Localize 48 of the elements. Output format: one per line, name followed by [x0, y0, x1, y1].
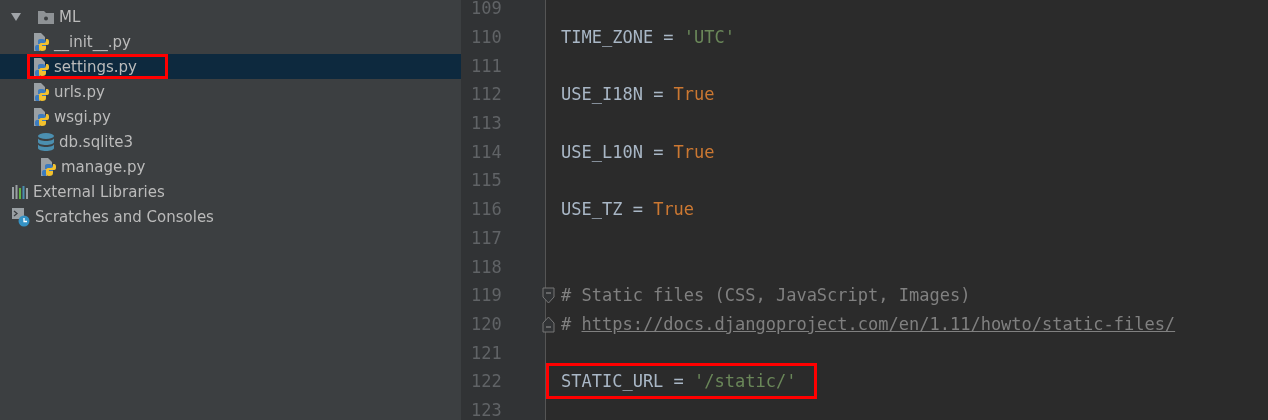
fold-end-icon[interactable] — [542, 315, 555, 333]
operator: = — [653, 84, 664, 105]
code-identifier: STATIC_URL — [561, 371, 664, 392]
file-name: __init__.py — [54, 32, 131, 51]
library-icon — [11, 183, 29, 200]
fold-start-icon[interactable] — [542, 286, 555, 304]
comment-link[interactable]: https://docs.djangoproject.com/en/1.11/howto/static-files/ — [581, 313, 1176, 334]
tree-row[interactable]: External Libraries — [0, 179, 461, 204]
operator: = — [653, 141, 664, 162]
comment: # Static files (CSS, JavaScript, Images) — [561, 285, 971, 306]
expanded-arrow-icon[interactable] — [11, 12, 21, 21]
python-file-icon — [39, 156, 57, 177]
file-name: Scratches and Consoles — [35, 207, 214, 226]
keyword: True — [653, 199, 695, 220]
code-identifier: USE_I18N — [561, 84, 643, 105]
file-name: urls.py — [54, 82, 105, 101]
file-name: External Libraries — [33, 182, 165, 201]
file-name: settings.py — [54, 57, 137, 76]
scratches-icon — [11, 206, 31, 227]
tree-row[interactable]: __init__.py — [0, 29, 461, 54]
file-name: ML — [59, 7, 81, 26]
python-file-icon — [32, 81, 50, 102]
keyword: True — [673, 84, 715, 105]
tree-row[interactable]: ML — [0, 4, 461, 29]
tree-row[interactable]: db.sqlite3 — [0, 129, 461, 154]
tree-row[interactable]: manage.py — [0, 154, 461, 179]
python-file-icon — [32, 31, 50, 52]
operator: = — [632, 199, 643, 220]
folder-icon — [37, 8, 55, 25]
code-identifier: USE_TZ — [561, 199, 623, 220]
comment: # — [561, 313, 572, 334]
string-literal: '/static/' — [694, 371, 797, 392]
code-identifier: USE_L10N — [561, 141, 643, 162]
python-file-icon — [32, 106, 50, 127]
file-name: wsgi.py — [54, 107, 111, 126]
tree-row[interactable]: urls.py — [0, 79, 461, 104]
string-literal: 'UTC' — [683, 27, 736, 48]
keyword: True — [673, 141, 715, 162]
tree-row[interactable]: Scratches and Consoles — [0, 204, 461, 229]
code-identifier: TIME_ZONE — [561, 27, 654, 48]
database-icon — [37, 131, 55, 152]
tree-row[interactable]: settings.py — [0, 54, 461, 79]
file-name: manage.py — [61, 157, 146, 176]
operator: = — [673, 371, 684, 392]
tree-row[interactable]: wsgi.py — [0, 104, 461, 129]
file-name: db.sqlite3 — [59, 132, 134, 151]
operator: = — [663, 27, 674, 48]
python-file-icon — [32, 56, 50, 77]
